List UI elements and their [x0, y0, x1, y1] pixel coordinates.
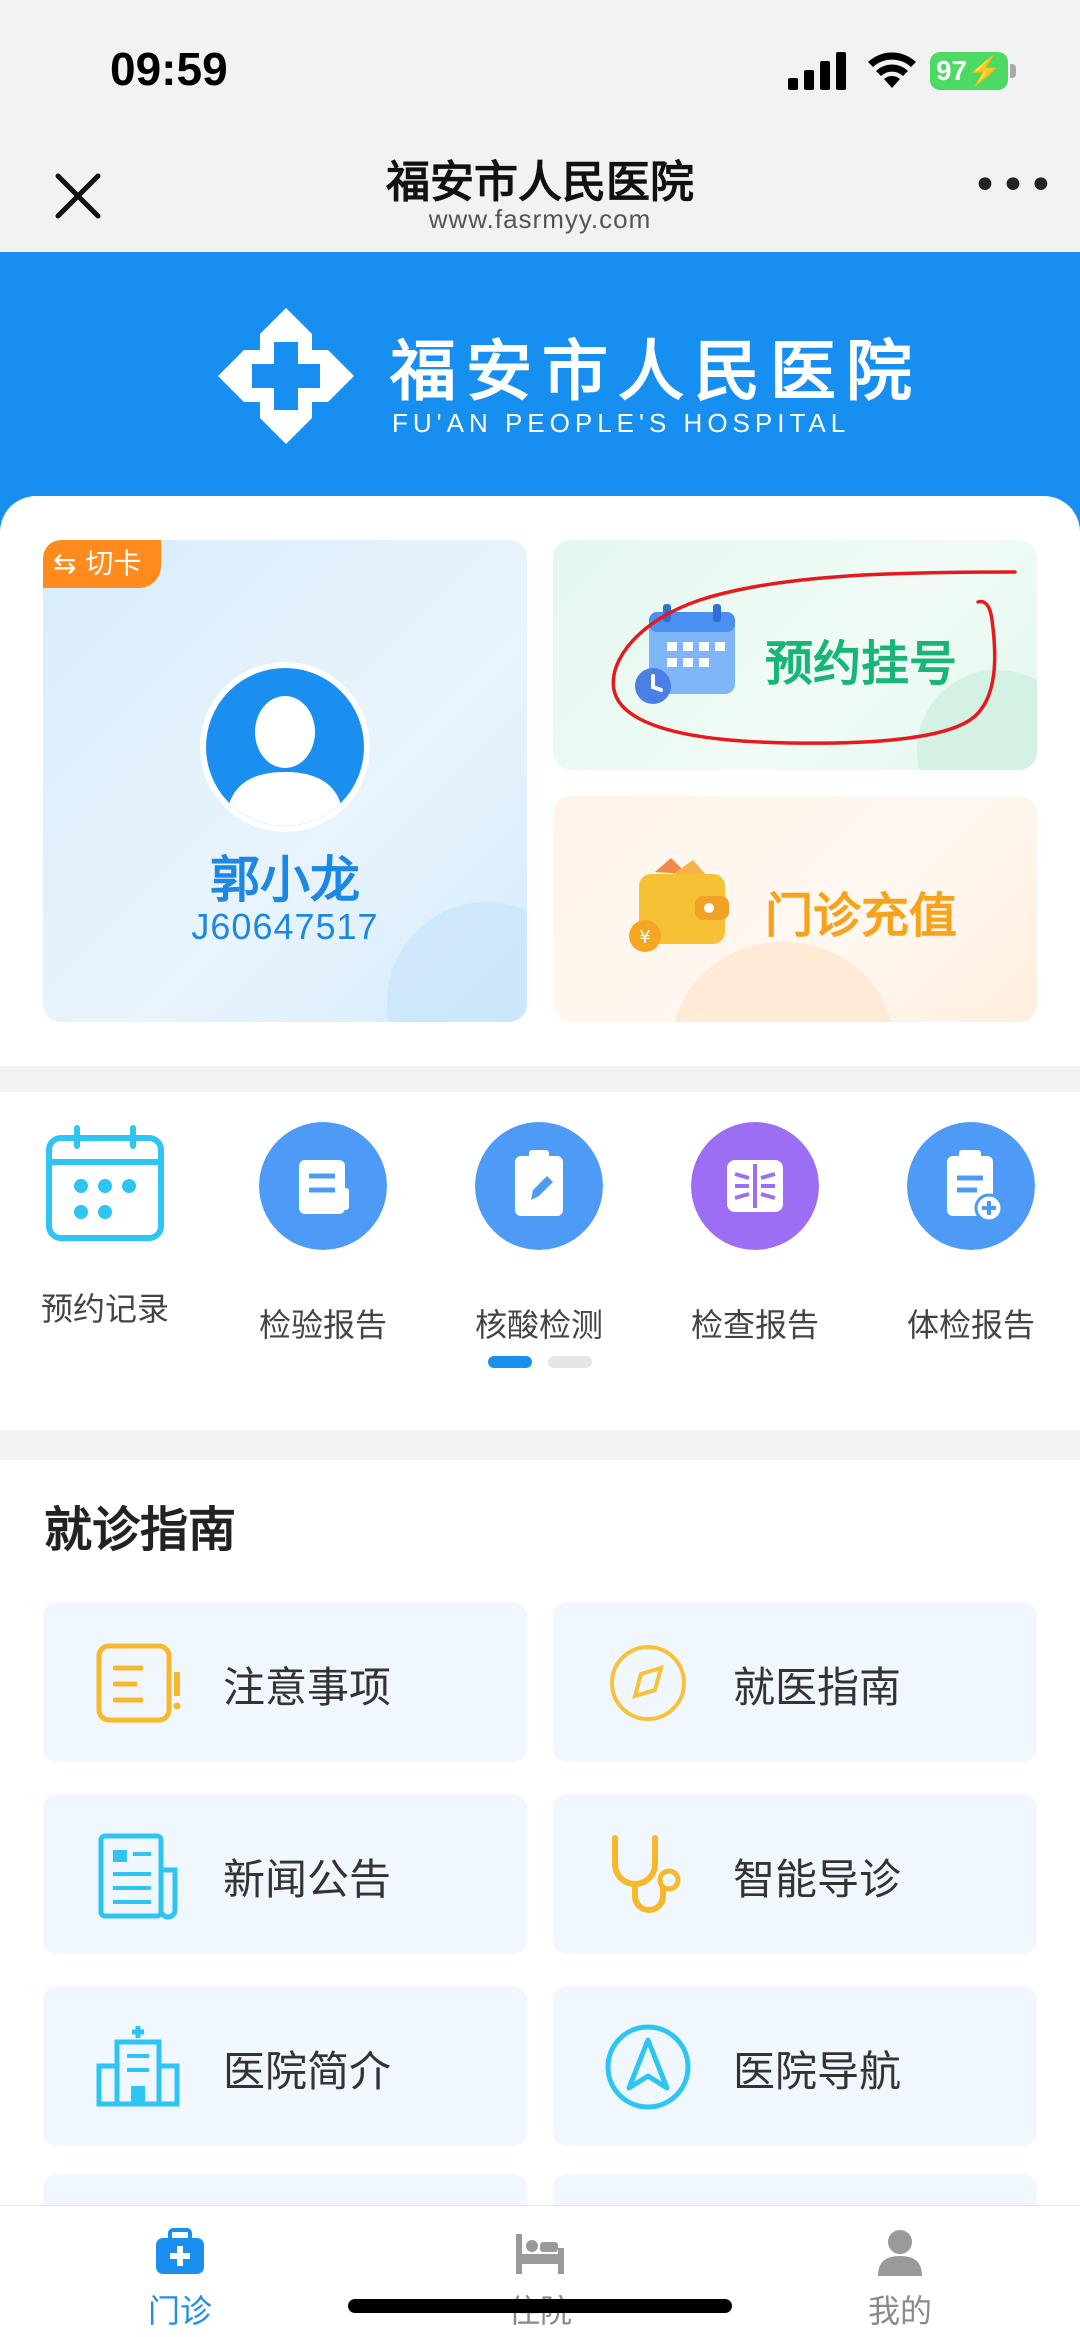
- page-dot-active: [488, 1356, 532, 1368]
- quick-label: 体检报告: [906, 1306, 1035, 1344]
- guide-item-news[interactable]: 新闻公告: [43, 1794, 527, 1954]
- hospital-logo-icon: [218, 308, 354, 444]
- cellular-signal-icon: [788, 52, 846, 90]
- hospital-building-icon: [96, 2026, 180, 2107]
- battery-indicator: 97⚡: [930, 52, 1008, 90]
- tab-label: 我的: [867, 2292, 932, 2330]
- guide-item-notice[interactable]: 注意事项: [43, 1602, 527, 1762]
- guide-label: 新闻公告: [223, 1855, 392, 1904]
- status-time: 09:59: [110, 43, 228, 95]
- quick-label: 核酸检测: [474, 1306, 603, 1344]
- guide-label: 注意事项: [223, 1663, 392, 1712]
- page-url: www.fasrmyy.com: [428, 204, 652, 234]
- recharge-label: 门诊充值: [765, 888, 958, 944]
- page-dot: [548, 1356, 592, 1368]
- guide-label: 智能导诊: [733, 1855, 902, 1904]
- status-bar: 09:59 97⚡: [0, 0, 1080, 140]
- quick-exam-report[interactable]: 检查报告: [660, 1122, 850, 1344]
- notice-icon: [96, 1643, 181, 1723]
- guide-label: 医院简介: [223, 2047, 392, 2096]
- wifi-icon: [868, 52, 916, 88]
- switch-card-label: 切卡: [85, 547, 142, 580]
- hospital-name-en: FU'AN PEOPLE'S HOSPITAL: [392, 408, 851, 438]
- switch-card-button[interactable]: ⇆ 切卡: [43, 540, 161, 588]
- guide-label: 就医指南: [733, 1663, 902, 1712]
- compass-icon: [610, 1645, 686, 1721]
- guide-title: 就诊指南: [44, 1502, 237, 1558]
- patient-card[interactable]: ⇆ 切卡 郭小龙 J60647517: [43, 540, 527, 1022]
- battery-tip: [1010, 64, 1016, 78]
- tab-label: 门诊: [147, 2292, 212, 2330]
- guide-label: 医院导航: [733, 2047, 902, 2096]
- quick-functions: 预约记录 检验报告 核酸检测 检查报告 体检报告: [0, 1092, 1080, 1430]
- guide-item-medical-guide[interactable]: 就医指南: [553, 1602, 1037, 1762]
- recharge-button[interactable]: ¥ 门诊充值: [553, 796, 1037, 1022]
- hospital-name-cn: 福安市人民医院: [390, 332, 922, 410]
- clipboard-plus-icon: [907, 1122, 1035, 1250]
- quick-physical-report[interactable]: 体检报告: [876, 1122, 1066, 1344]
- user-icon: [878, 2230, 922, 2276]
- report-scroll-icon: [259, 1122, 387, 1250]
- calendar-icon: [46, 1125, 164, 1241]
- appointment-label: 预约挂号: [765, 636, 958, 692]
- page-title: 福安市人民医院: [386, 157, 694, 208]
- tab-mine[interactable]: 我的: [800, 2218, 1000, 2330]
- home-indicator: [348, 2299, 732, 2313]
- wallet-icon: ¥: [629, 858, 729, 952]
- avatar: [200, 662, 370, 832]
- tab-outpatient[interactable]: 门诊: [80, 2218, 280, 2330]
- medical-kit-icon: [156, 2228, 204, 2274]
- patient-id: J60647517: [191, 906, 379, 947]
- bed-icon: [516, 2234, 564, 2274]
- guide-item-smart-triage[interactable]: 智能导诊: [553, 1794, 1037, 1954]
- quick-appointment-records[interactable]: 预约记录: [10, 1122, 200, 1332]
- page-indicator: [488, 1356, 608, 1375]
- quick-lab-report[interactable]: 检验报告: [228, 1122, 418, 1344]
- clipboard-pen-icon: [475, 1122, 603, 1250]
- more-options-button[interactable]: •••: [972, 164, 1054, 216]
- guide-item-hospital-navigation[interactable]: 医院导航: [553, 1986, 1037, 2146]
- stethoscope-icon: [612, 1835, 681, 1913]
- quick-nucleic-test[interactable]: 核酸检测: [444, 1122, 634, 1344]
- battery-level: 97: [935, 55, 968, 86]
- guide-item-hospital-intro[interactable]: 医院简介: [43, 1986, 527, 2146]
- patient-name: 郭小龙: [210, 851, 360, 909]
- navigation-icon: [605, 2024, 691, 2110]
- guide-section: 就诊指南 注意事项 就医指南 新闻公告 智能导诊 医院简介 医院导航: [0, 1460, 1080, 2234]
- quick-label: 检查报告: [690, 1306, 819, 1344]
- tab-bar: 门诊 住院 我的: [0, 2205, 1080, 2337]
- quick-label: 检验报告: [258, 1306, 387, 1344]
- scan-icon: [691, 1122, 819, 1250]
- news-icon: [98, 1833, 178, 1920]
- svg-text:¥: ¥: [639, 927, 650, 948]
- quick-label: 预约记录: [40, 1290, 169, 1328]
- nav-bar: 福安市人民医院 www.fasrmyy.com •••: [0, 140, 1080, 252]
- user-silhouette-icon: [226, 696, 344, 826]
